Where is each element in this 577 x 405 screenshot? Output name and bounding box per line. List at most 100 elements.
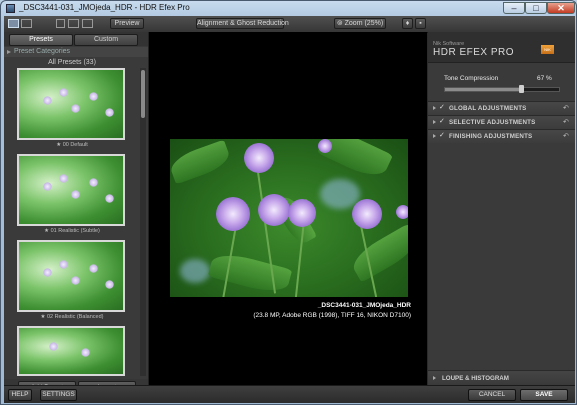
tone-compression-label: Tone Compression bbox=[444, 75, 499, 82]
tone-compression-fill bbox=[445, 88, 522, 91]
flower bbox=[216, 197, 250, 231]
thumb-flower bbox=[43, 268, 52, 277]
global-adjustments-header[interactable]: ✓ GLOBAL ADJUSTMENTS ↶ bbox=[428, 101, 575, 115]
reset-icon[interactable]: ↶ bbox=[563, 104, 569, 112]
thumb-flower bbox=[59, 260, 68, 269]
app-window: _DSC3441-031_JMOjeda_HDR - HDR Efex Pro … bbox=[0, 0, 577, 405]
flower bbox=[352, 199, 382, 229]
expand-triangle-icon bbox=[433, 106, 436, 110]
nik-logo-icon: NIK bbox=[541, 45, 554, 54]
app-client: Preview Alignment & Ghost Reduction ⊚ Zo… bbox=[4, 16, 575, 403]
expand-triangle-icon bbox=[433, 376, 436, 380]
preset-categories-header[interactable]: Preset Categories bbox=[4, 47, 148, 57]
layout-split-icon[interactable] bbox=[82, 19, 93, 28]
preset-thumbnail-realistic-balanced[interactable] bbox=[17, 240, 125, 312]
background-color-icon[interactable]: ▪ bbox=[415, 18, 426, 29]
file-metadata: (23.8 MP, Adobe RGB (1998), TIFF 16, NIK… bbox=[253, 312, 411, 319]
tab-presets[interactable]: Presets bbox=[9, 34, 73, 46]
preset-label: ★ 00 Default bbox=[56, 142, 88, 148]
flower bbox=[244, 143, 274, 173]
tone-compression-control: Tone Compression 67 % bbox=[428, 67, 575, 105]
adjustments-panel: Nik Software HDR EFEX PRO NIK Tone Compr… bbox=[428, 32, 575, 385]
tone-compression-value[interactable]: 67 % bbox=[537, 75, 552, 82]
preset-label: ★ 02 Realistic (Balanced) bbox=[40, 314, 104, 320]
tone-compression-handle[interactable] bbox=[519, 85, 525, 93]
brand-header: Nik Software HDR EFEX PRO NIK bbox=[428, 32, 575, 63]
tone-compression-slider[interactable] bbox=[444, 85, 560, 93]
preview-canvas[interactable]: _DSC3441-031_JMOjeda_HDR (23.8 MP, Adobe… bbox=[149, 32, 427, 385]
bokeh-highlight bbox=[180, 259, 210, 283]
selective-adjustments-label: SELECTIVE ADJUSTMENTS bbox=[449, 119, 536, 126]
thumb-flower bbox=[105, 280, 114, 289]
preset-thumbnail-default[interactable] bbox=[17, 68, 125, 140]
tab-custom[interactable]: Custom bbox=[74, 34, 138, 46]
checkbox-icon[interactable]: ✓ bbox=[439, 104, 445, 111]
bottom-bar: HELP SETTINGS CANCEL SAVE bbox=[4, 385, 575, 403]
thumb-flower bbox=[71, 190, 80, 199]
flower bbox=[396, 205, 408, 219]
presets-scroll-thumb[interactable] bbox=[141, 70, 145, 118]
reset-icon[interactable]: ↶ bbox=[563, 118, 569, 126]
thumb-flower bbox=[105, 194, 114, 203]
all-presets-label: All Presets (33) bbox=[48, 59, 96, 66]
preview-image bbox=[170, 139, 408, 297]
layout-side-by-side-icon[interactable] bbox=[68, 19, 79, 28]
top-toolbar: Preview Alignment & Ghost Reduction ⊚ Zo… bbox=[4, 16, 575, 33]
preset-categories-label: Preset Categories bbox=[14, 48, 71, 55]
thumb-flower bbox=[43, 96, 52, 105]
file-name: _DSC3441-031_JMOjeda_HDR bbox=[317, 302, 411, 309]
presets-panel: Presets Custom Preset Categories All Pre… bbox=[4, 32, 149, 401]
expand-triangle-icon bbox=[433, 120, 436, 124]
save-button[interactable]: SAVE bbox=[520, 389, 568, 401]
leaf bbox=[207, 249, 293, 297]
thumb-flower bbox=[105, 108, 114, 117]
close-button[interactable]: ✕ bbox=[547, 2, 575, 14]
preview-button[interactable]: Preview bbox=[110, 18, 144, 29]
selective-adjustments-header[interactable]: ✓ SELECTIVE ADJUSTMENTS ↶ bbox=[428, 115, 575, 129]
window-title: _DSC3441-031_JMOjeda_HDR - HDR Efex Pro bbox=[19, 3, 190, 12]
flower bbox=[288, 199, 316, 227]
leaf bbox=[347, 223, 408, 283]
thumb-flower bbox=[49, 342, 58, 351]
preset-thumbnail-partial[interactable] bbox=[17, 326, 125, 376]
flower bbox=[318, 139, 332, 153]
finishing-adjustments-label: FINISHING ADJUSTMENTS bbox=[449, 133, 533, 140]
split-view-icon[interactable] bbox=[21, 19, 32, 28]
loupe-histogram-header[interactable]: LOUPE & HISTOGRAM bbox=[428, 370, 575, 385]
leaf bbox=[170, 139, 233, 185]
thumb-flower bbox=[89, 92, 98, 101]
thumb-flower bbox=[89, 264, 98, 273]
preset-label: ★ 01 Realistic (Subtle) bbox=[44, 228, 100, 234]
thumb-flower bbox=[71, 276, 80, 285]
thumb-flower bbox=[43, 182, 52, 191]
minimize-button[interactable]: – bbox=[503, 2, 525, 14]
pin-icon[interactable]: ♦ bbox=[402, 18, 413, 29]
app-icon bbox=[6, 4, 15, 13]
thumb-flower bbox=[59, 174, 68, 183]
checkbox-icon[interactable]: ✓ bbox=[439, 118, 445, 125]
loupe-histogram-label: LOUPE & HISTOGRAM bbox=[442, 375, 509, 382]
thumb-flower bbox=[71, 104, 80, 113]
expand-triangle-icon bbox=[7, 50, 11, 54]
thumb-flower bbox=[89, 178, 98, 187]
zoom-button[interactable]: ⊚ Zoom (25%) bbox=[334, 18, 386, 29]
preset-thumbnail-realistic-subtle[interactable] bbox=[17, 154, 125, 226]
flower bbox=[258, 194, 290, 226]
thumb-flower bbox=[59, 88, 68, 97]
reset-icon[interactable]: ↶ bbox=[563, 132, 569, 140]
alignment-ghost-reduction-button[interactable]: Alignment & Ghost Reduction bbox=[196, 18, 289, 29]
maximize-button[interactable]: □ bbox=[525, 2, 547, 14]
presets-tabbar: Presets Custom bbox=[4, 32, 148, 46]
single-view-icon[interactable] bbox=[8, 19, 19, 28]
layout-single-icon[interactable] bbox=[56, 19, 65, 28]
checkbox-icon[interactable]: ✓ bbox=[439, 132, 445, 139]
global-adjustments-label: GLOBAL ADJUSTMENTS bbox=[449, 105, 527, 112]
cancel-button[interactable]: CANCEL bbox=[468, 389, 516, 401]
thumb-flower bbox=[81, 348, 90, 357]
settings-button[interactable]: SETTINGS bbox=[40, 389, 77, 401]
finishing-adjustments-header[interactable]: ✓ FINISHING ADJUSTMENTS ↶ bbox=[428, 129, 575, 143]
expand-triangle-icon bbox=[433, 134, 436, 138]
title-bar[interactable]: _DSC3441-031_JMOjeda_HDR - HDR Efex Pro … bbox=[1, 1, 576, 16]
brand-title: HDR EFEX PRO bbox=[433, 47, 515, 58]
help-button[interactable]: HELP bbox=[8, 389, 32, 401]
